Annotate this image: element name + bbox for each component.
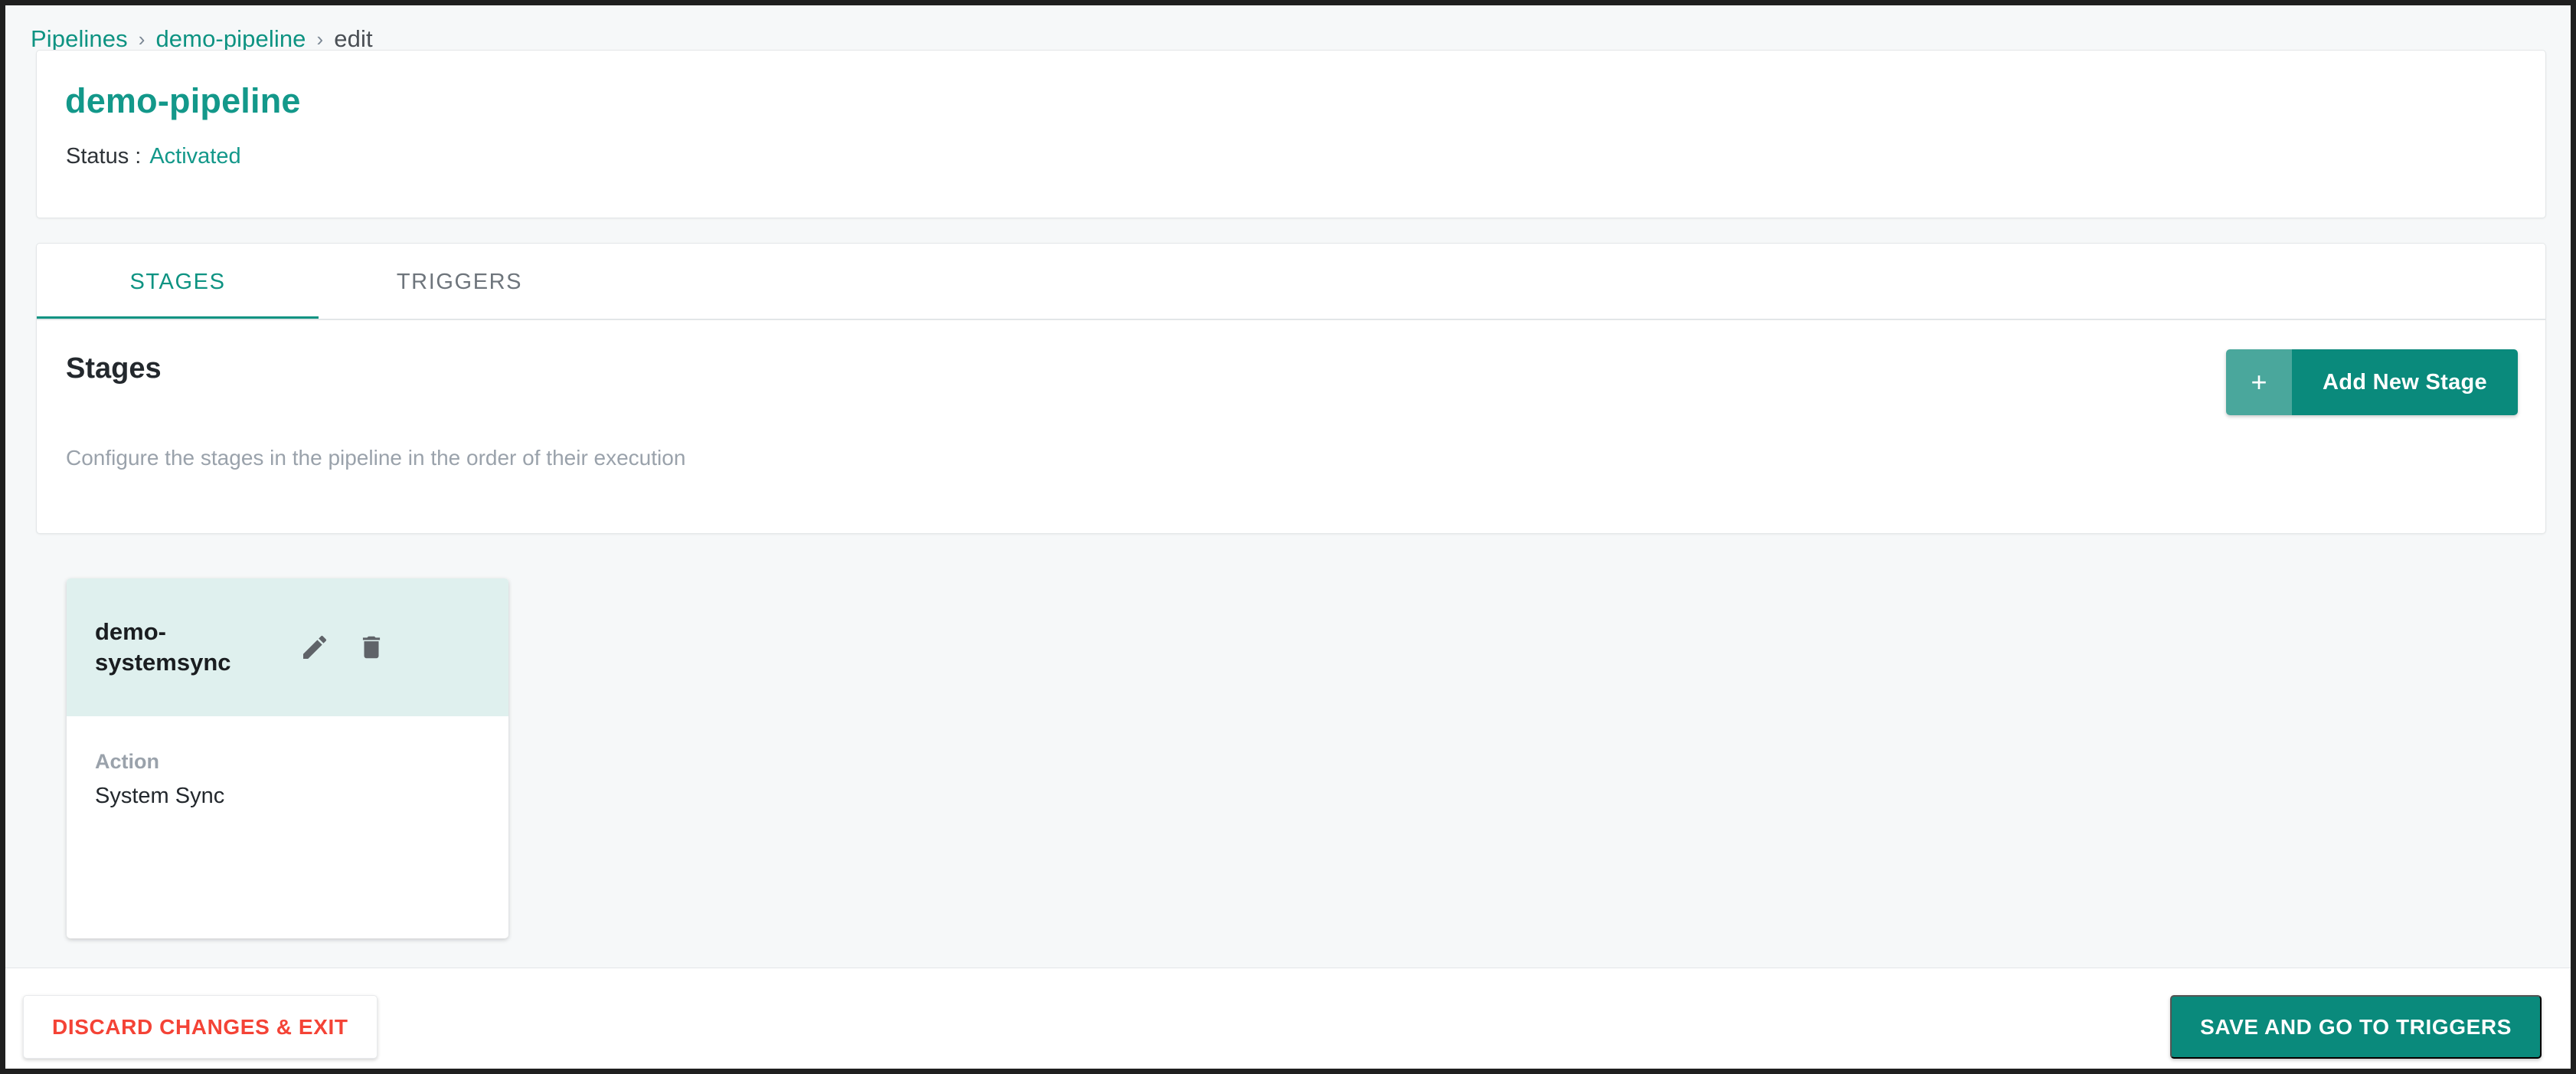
trash-icon — [357, 633, 386, 662]
stages-section-card: Stages Configure the stages in the pipel… — [36, 319, 2546, 534]
breadcrumb-separator-icon: › — [316, 27, 324, 51]
discard-changes-button[interactable]: DISCARD CHANGES & EXIT — [23, 995, 378, 1059]
breadcrumb-item-pipelines[interactable]: Pipelines — [31, 25, 128, 53]
status-row: Status : Activated — [66, 144, 241, 169]
status-badge: Activated — [149, 144, 241, 169]
save-and-go-to-triggers-button[interactable]: SAVE AND GO TO TRIGGERS — [2170, 995, 2542, 1059]
pencil-icon — [299, 632, 330, 663]
stage-card-title: demo-systemsync — [95, 617, 231, 676]
stage-field-label-action: Action — [95, 750, 159, 773]
edit-stage-button[interactable] — [286, 619, 343, 676]
tab-triggers[interactable]: TRIGGERS — [319, 244, 600, 320]
stage-card-body: Action System Sync — [67, 716, 508, 809]
footer-action-bar: DISCARD CHANGES & EXIT SAVE AND GO TO TR… — [5, 968, 2571, 1069]
tab-list: STAGES TRIGGERS — [37, 244, 600, 321]
tab-stages[interactable]: STAGES — [37, 244, 319, 321]
tab-triggers-label: TRIGGERS — [396, 269, 523, 294]
stage-card[interactable]: demo-systemsync Action System Sync — [67, 578, 508, 938]
page-title: demo-pipeline — [65, 81, 301, 120]
delete-stage-button[interactable] — [343, 619, 400, 676]
breadcrumb-separator-icon: › — [138, 27, 145, 51]
tab-bar: STAGES TRIGGERS — [36, 243, 2546, 321]
pipeline-header-card: demo-pipeline Status : Activated — [36, 50, 2546, 218]
add-new-stage-label: Add New Stage — [2292, 349, 2518, 415]
stages-description: Configure the stages in the pipeline in … — [66, 446, 686, 470]
tab-stages-label: STAGES — [129, 269, 226, 294]
stage-card-header: demo-systemsync — [67, 578, 508, 716]
add-new-stage-button[interactable]: + Add New Stage — [2226, 349, 2518, 415]
status-label: Status : — [66, 144, 142, 169]
plus-icon: + — [2226, 349, 2292, 415]
breadcrumb-item-demo-pipeline[interactable]: demo-pipeline — [155, 25, 306, 53]
stage-field-value-action: System Sync — [95, 784, 225, 808]
app-window: Pipelines › demo-pipeline › edit demo-pi… — [0, 0, 2576, 1074]
breadcrumb-item-edit: edit — [334, 25, 373, 52]
stages-heading: Stages — [66, 352, 162, 385]
